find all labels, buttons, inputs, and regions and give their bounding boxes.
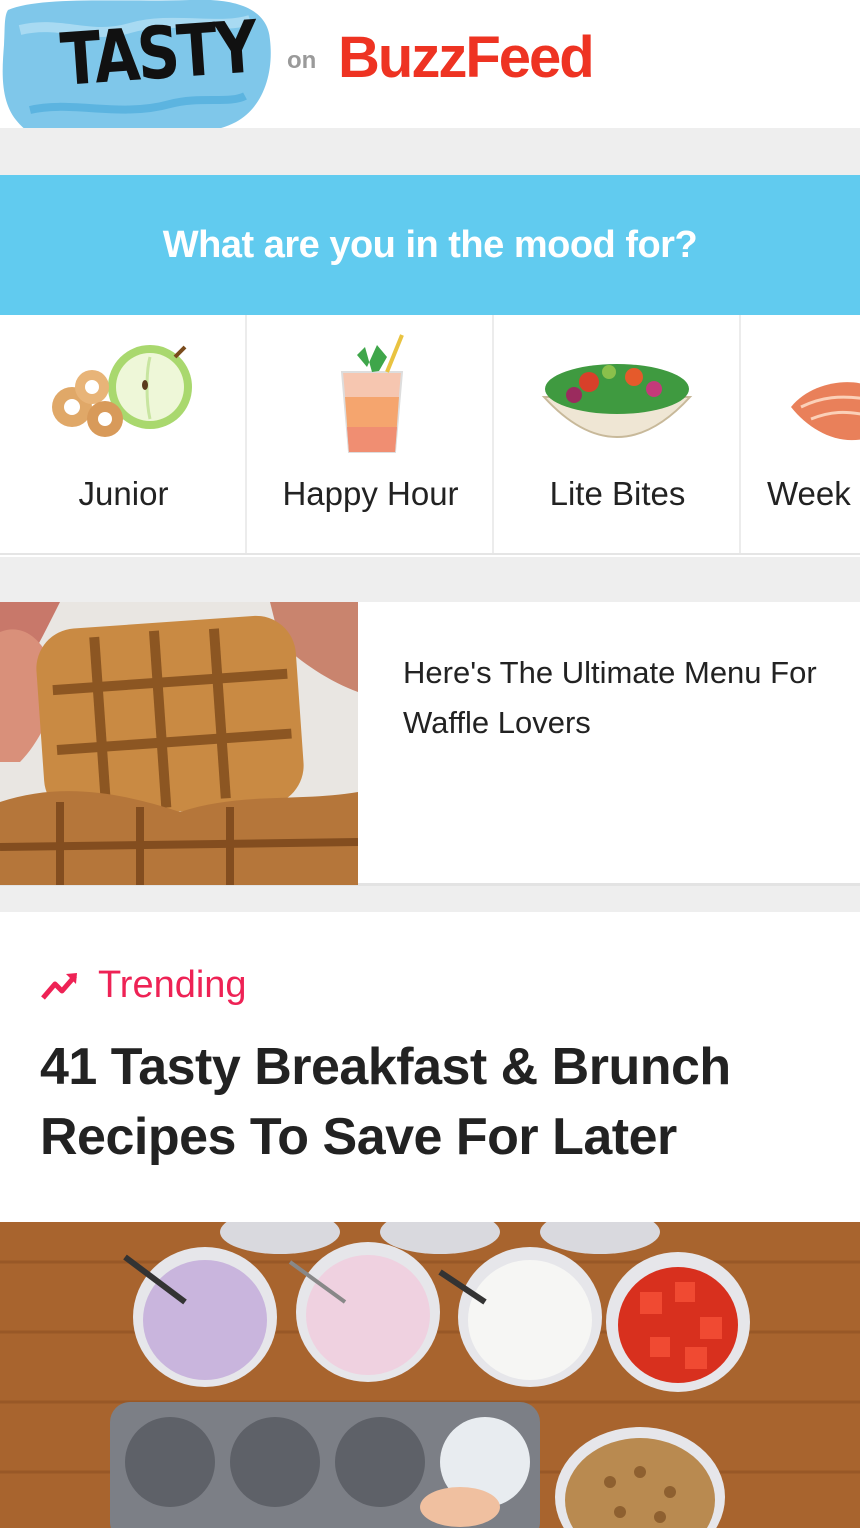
category-label: Week (767, 475, 851, 512)
trending-header: Trending (40, 964, 247, 1007)
trending-title[interactable]: 41 Tasty Breakfast & Brunch Recipes To S… (40, 1032, 830, 1172)
category-label: Happy Hour (282, 475, 459, 512)
waffle-image[interactable] (0, 602, 358, 885)
category-week[interactable]: Week (741, 315, 860, 553)
salad-bowl-icon (541, 364, 693, 438)
app-header: TASTY on BuzzFeed (0, 0, 860, 162)
cocktail-icon (340, 334, 404, 453)
on-label: on (287, 47, 317, 74)
article-card[interactable]: Here's The Ultimate Menu For Waffle Love… (0, 602, 860, 886)
category-happy-hour[interactable]: Happy Hour (247, 315, 494, 553)
mood-title: What are you in the mood for? (162, 223, 698, 266)
trending-label: Trending (98, 964, 247, 1006)
category-label: Lite Bites (549, 475, 686, 512)
breakfast-hero-image[interactable] (0, 1222, 860, 1528)
buzzfeed-logo[interactable]: BuzzFeed (338, 24, 595, 91)
tasty-logo-text[interactable]: TASTY (58, 4, 258, 101)
section-divider (0, 886, 860, 912)
category-label: Junior (78, 475, 169, 512)
category-lite-bites[interactable]: Lite Bites (494, 315, 741, 553)
mood-banner: What are you in the mood for? (0, 175, 860, 315)
category-junior[interactable]: Junior (0, 315, 247, 553)
section-divider (0, 557, 860, 602)
article-title[interactable]: Here's The Ultimate Menu For Waffle Love… (403, 648, 833, 748)
section-divider (0, 128, 860, 175)
bagel-apple-icon (52, 345, 192, 437)
trending-arrow-icon (41, 972, 77, 1000)
salmon-icon (791, 382, 860, 441)
category-carousel[interactable]: Junior Happy Hour Lite Bites Week (0, 315, 860, 555)
trending-section[interactable]: Trending 41 Tasty Breakfast & Brunch Rec… (0, 912, 860, 1222)
